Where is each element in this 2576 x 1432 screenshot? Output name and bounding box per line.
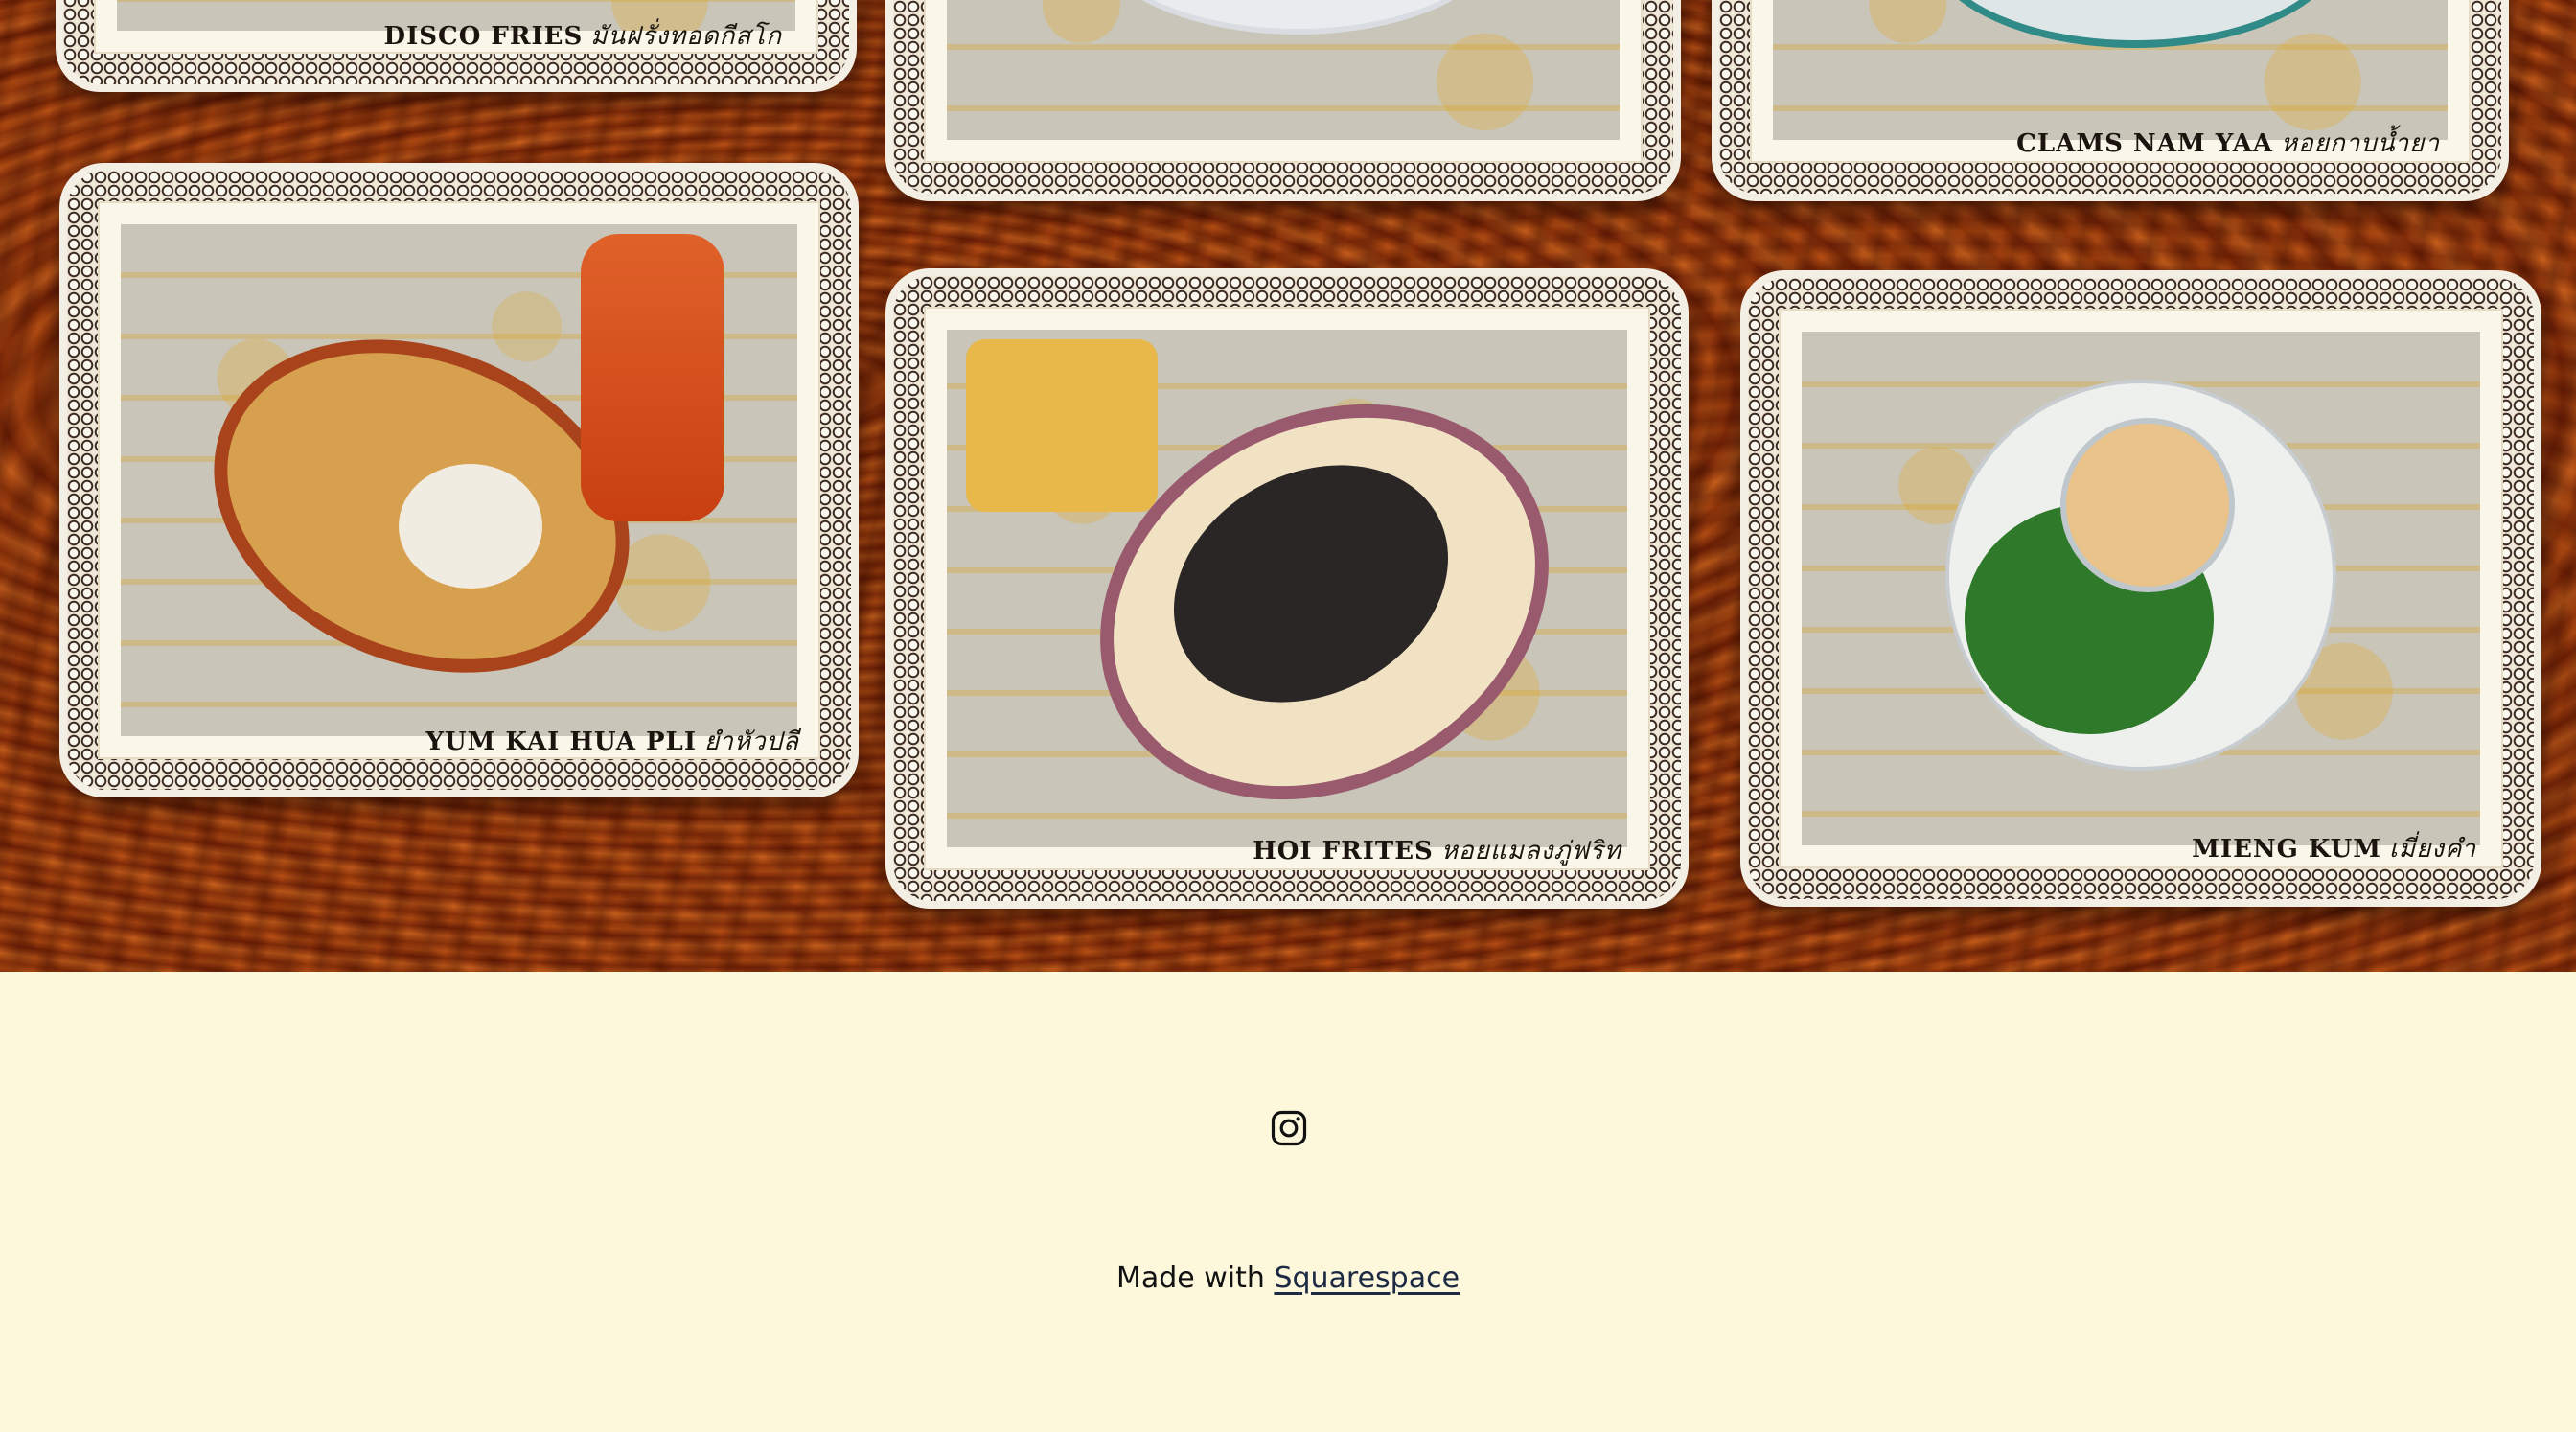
fries-image <box>966 339 1158 512</box>
bowl-image <box>2060 418 2235 592</box>
dish-label: MIENG KUM เมี่ยงคำ <box>2192 835 2476 864</box>
gallery-card-clams-nam-yaa[interactable]: CLAMS NAM YAA หอยกาบน้ำยา <box>1712 0 2509 201</box>
instagram-glyph <box>1271 1110 1307 1146</box>
plate-image <box>1926 0 2344 48</box>
instagram-icon[interactable] <box>1271 1110 1307 1146</box>
site-footer <box>0 972 2576 1432</box>
dish-photo <box>121 224 797 736</box>
menu-gallery: DISCO FRIES มันฝรั่งทอดกีสโก CLAMS NAM YA… <box>0 0 2576 972</box>
dish-label: HOI FRITES หอยแมลงภู่ฟริท <box>1253 837 1622 866</box>
drink-glass-image <box>581 234 724 521</box>
rice-image <box>399 464 542 589</box>
gallery-card-hoi-frites[interactable]: HOI FRITES หอยแมลงภู่ฟริท <box>886 268 1689 909</box>
plate-image <box>1091 0 1505 35</box>
dish-photo <box>1773 0 2448 140</box>
gallery-card-mieng-kum[interactable]: MIENG KUM เมี่ยงคำ <box>1740 270 2542 907</box>
dish-photo <box>1802 332 2480 845</box>
gallery-card-top-middle[interactable] <box>886 0 1681 201</box>
dish-photo <box>947 0 1620 140</box>
dish-label: DISCO FRIES มันฝรั่งทอดกีสโก <box>383 22 782 51</box>
gallery-card-yum-kai-hua-pli[interactable]: YUM KAI HUA PLI ยำหัวปลี <box>59 163 859 797</box>
dish-label: YUM KAI HUA PLI ยำหัวปลี <box>426 728 799 756</box>
footer-credit: Made with Squarespace <box>0 1261 2576 1295</box>
gallery-card-disco-fries[interactable]: DISCO FRIES มันฝรั่งทอดกีสโก <box>56 0 857 92</box>
squarespace-link[interactable]: Squarespace <box>1274 1261 1460 1295</box>
dish-photo <box>947 330 1627 847</box>
dish-label: CLAMS NAM YAA หอยกาบน้ำยา <box>2016 129 2440 158</box>
credit-prefix: Made with <box>1116 1261 1265 1295</box>
